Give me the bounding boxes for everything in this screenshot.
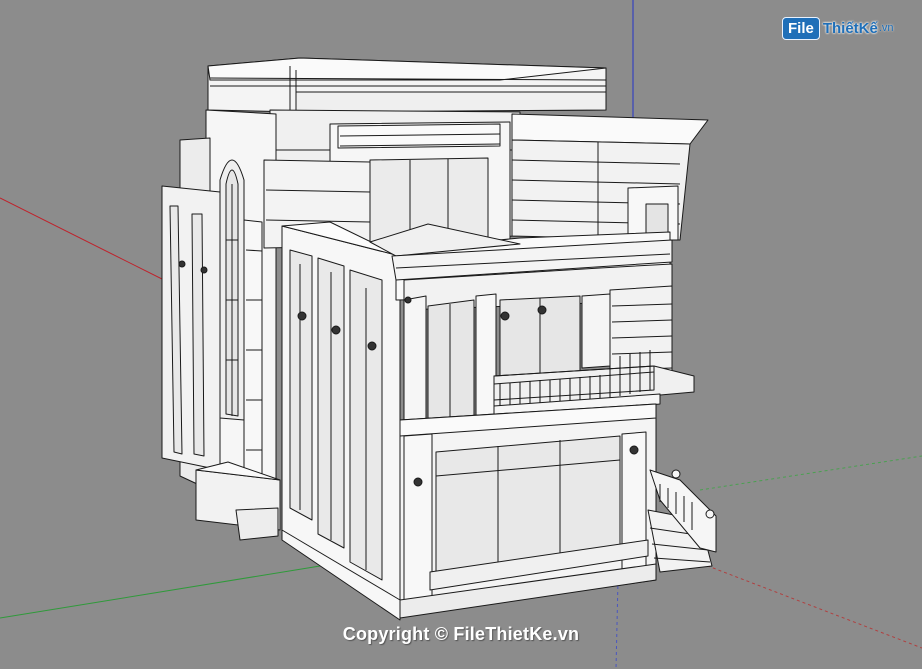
green-axis-dashed	[699, 455, 922, 491]
copyright-watermark: Copyright © FileThietKe.vn	[342, 624, 580, 644]
front-right-volume	[369, 223, 695, 619]
entrance-stairs	[647, 469, 717, 573]
house-3d-model[interactable]	[161, 57, 717, 621]
logo-text: ThiếtKế	[822, 19, 878, 37]
sketchup-viewport[interactable]	[0, 0, 922, 669]
logo-box: File	[782, 16, 820, 40]
logo-ext: .vn	[878, 22, 894, 34]
red-axis-solid	[0, 197, 177, 287]
roof-top-block	[207, 57, 607, 113]
right-upper-block	[511, 113, 709, 241]
green-axis-solid	[0, 565, 321, 619]
center-front-pavilion	[281, 221, 401, 621]
filethietke-logo[interactable]: File ThiếtKế .vn	[782, 14, 894, 42]
left-pavilion	[161, 109, 281, 541]
